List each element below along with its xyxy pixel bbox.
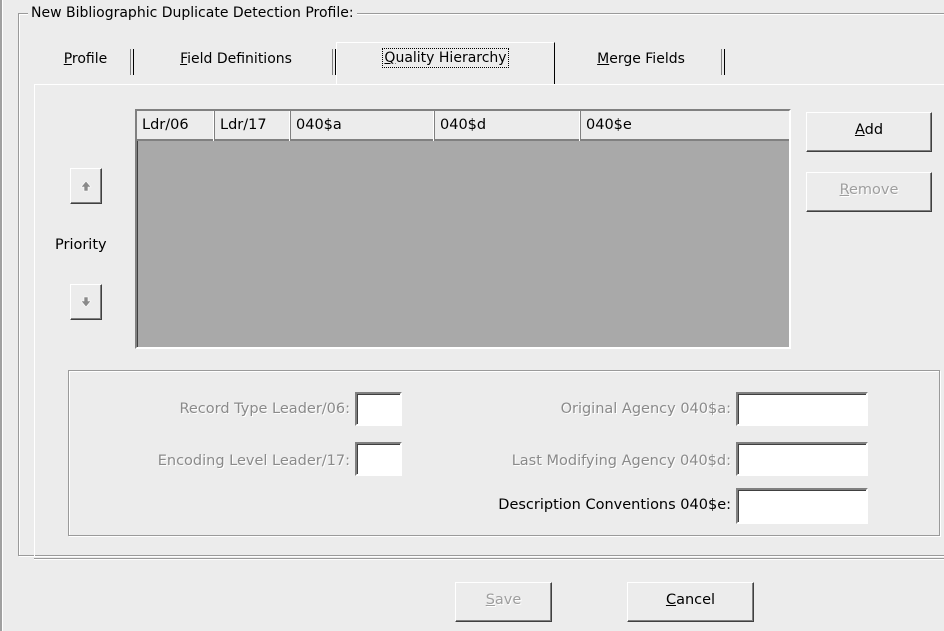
column-header[interactable]: 040$d (435, 111, 581, 141)
save-button[interactable]: Save (455, 582, 552, 622)
description-conventions-label: Description Conventions 040$e: (498, 497, 731, 513)
remove-button[interactable]: Remove (806, 172, 932, 212)
separator (34, 558, 944, 560)
column-header[interactable]: Ldr/17 (215, 111, 291, 141)
column-header[interactable]: Ldr/06 (137, 111, 215, 141)
group-title: New Bibliographic Duplicate Detection Pr… (28, 4, 357, 22)
up-arrow-icon (80, 180, 92, 192)
original-agency-field[interactable] (736, 392, 868, 426)
record-type-label: Record Type Leader/06: (179, 401, 350, 417)
description-conventions-field[interactable] (736, 488, 868, 524)
tab-label: Field Definitions (180, 51, 292, 67)
cancel-button[interactable]: Cancel (627, 582, 754, 622)
grid-header: Ldr/06 Ldr/17 040$a 040$d 040$e (137, 111, 789, 141)
tab-label: Quality Hierarchy (382, 48, 509, 68)
quality-hierarchy-grid[interactable]: Ldr/06 Ldr/17 040$a 040$d 040$e (135, 109, 791, 349)
original-agency-label: Original Agency 040$a: (560, 401, 731, 417)
record-type-field[interactable] (355, 392, 402, 426)
tab-profile[interactable]: Profile (37, 44, 134, 84)
window-frame (0, 0, 3, 631)
encoding-level-label: Encoding Level Leader/17: (157, 453, 350, 469)
tab-merge-fields[interactable]: Merge Fields (557, 44, 725, 84)
encoding-level-field[interactable] (355, 442, 402, 476)
tab-field-definitions[interactable]: Field Definitions (136, 44, 336, 84)
column-header[interactable]: 040$a (291, 111, 435, 141)
down-arrow-icon (80, 296, 92, 308)
add-button[interactable]: Add (806, 112, 932, 152)
last-modifying-agency-field[interactable] (736, 442, 868, 476)
duplicate-detection-profile-dialog: New Bibliographic Duplicate Detection Pr… (0, 0, 944, 631)
last-modifying-agency-label: Last Modifying Agency 040$d: (511, 453, 731, 469)
column-header[interactable]: 040$e (581, 111, 787, 141)
tab-label: Profile (63, 51, 108, 67)
tab-label: Merge Fields (597, 51, 685, 67)
priority-up-button[interactable] (70, 168, 102, 204)
priority-down-button[interactable] (70, 284, 102, 320)
priority-label: Priority (55, 237, 107, 253)
tab-quality-hierarchy[interactable]: Quality Hierarchy (336, 42, 555, 84)
